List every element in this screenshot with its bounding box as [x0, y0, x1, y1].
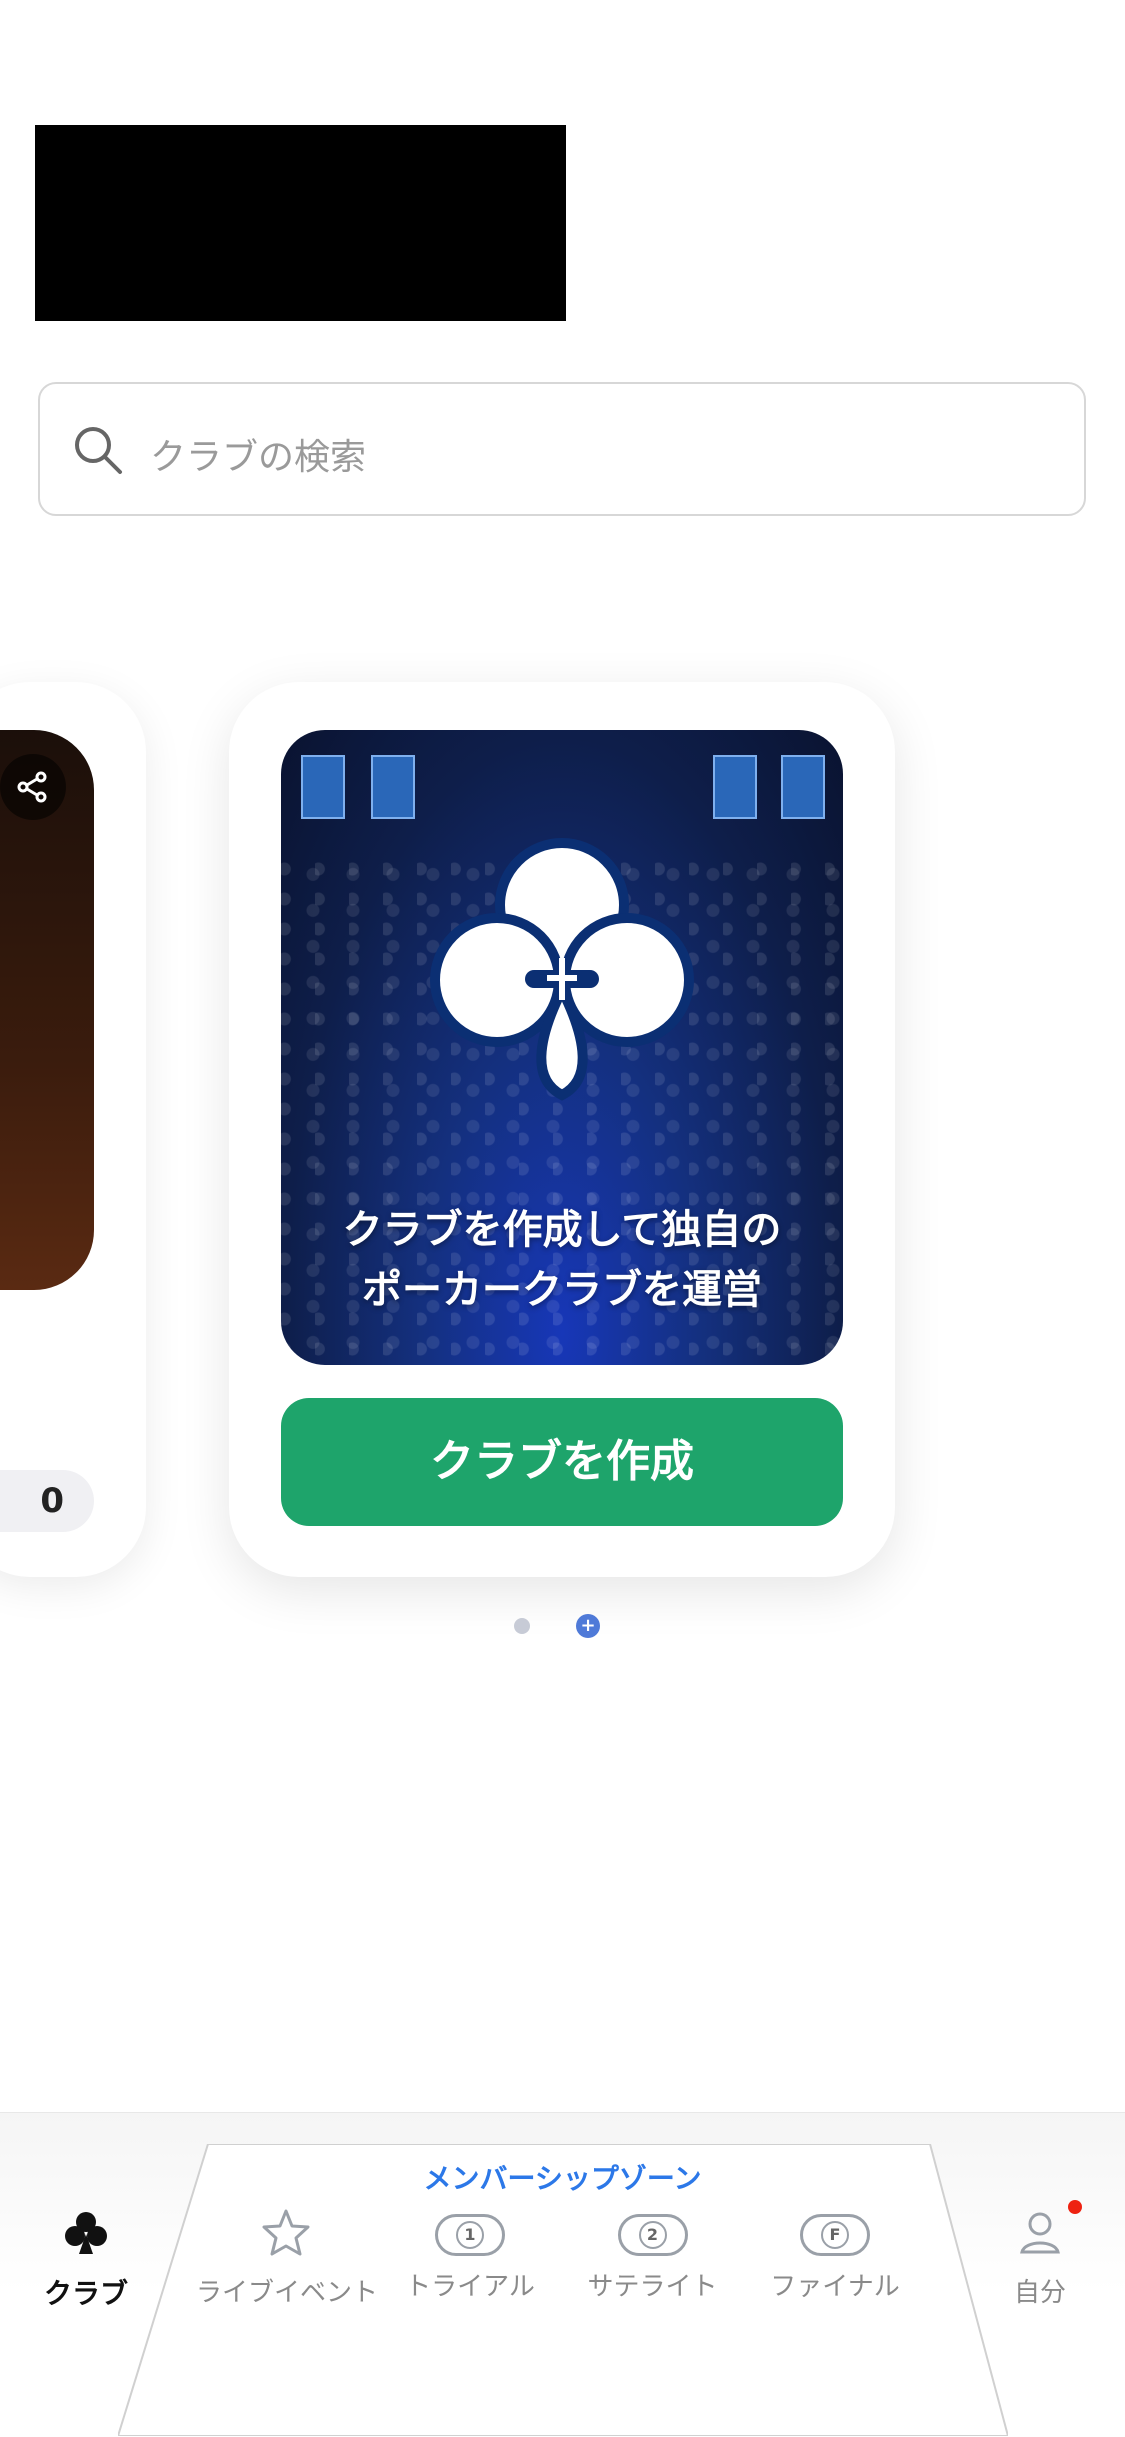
tab-label-trial: トライアル [405, 2272, 535, 2302]
club-member-count: 0 [0, 1470, 94, 1532]
profile-icon [1020, 2212, 1060, 2254]
carousel-add-dot[interactable]: + [576, 1614, 600, 1638]
tab-club[interactable]: クラブ [36, 2208, 136, 2312]
star-icon [262, 2209, 310, 2256]
banner-decoration [781, 755, 825, 819]
tab-final[interactable]: F ファイナル [760, 2214, 910, 2303]
caption-line-1: クラブを作成して独自の [342, 1207, 782, 1253]
create-club-caption: クラブを作成して独自の ポーカークラブを運営 [281, 1200, 843, 1320]
club-logo-icon [430, 838, 694, 1101]
membership-zone-title: メンバーシップゾーン [423, 2162, 702, 2195]
tab-live-event[interactable]: ライブイベント [196, 2208, 379, 2309]
tab-label-profile: 自分 [1013, 2278, 1066, 2308]
tab-label-club: クラブ [43, 2277, 128, 2310]
create-club-card: クラブを作成して独自の ポーカークラブを運営 クラブを作成 [229, 682, 895, 1577]
badge-f-icon: F [800, 2214, 870, 2256]
tab-label-final: ファイナル [770, 2272, 900, 2302]
share-icon[interactable] [0, 754, 66, 820]
badge-1-icon: 1 [435, 2214, 505, 2256]
badge-2-icon: 2 [617, 2214, 688, 2256]
tab-trial[interactable]: 1 トライアル [395, 2214, 545, 2303]
banner-decoration [713, 755, 757, 819]
create-club-image: クラブを作成して独自の ポーカークラブを運営 [281, 730, 843, 1365]
club-icon [65, 2212, 107, 2254]
banner-decoration [371, 755, 415, 819]
tab-label-satellite: サテライト [587, 2272, 718, 2302]
club-search-input[interactable]: クラブの検索 [38, 382, 1086, 516]
club-card-previous[interactable]: 0 [0, 682, 146, 1577]
caption-line-2: ポーカークラブを運営 [362, 1267, 762, 1313]
tab-satellite[interactable]: 2 サテライト [575, 2214, 730, 2303]
tab-label-live-event: ライブイベント [196, 2278, 379, 2308]
search-placeholder: クラブの検索 [150, 437, 367, 478]
notification-dot [1068, 2200, 1082, 2214]
create-club-button[interactable]: クラブを作成 [281, 1398, 843, 1526]
search-icon [75, 427, 122, 474]
banner-decoration [301, 755, 345, 819]
tab-profile[interactable]: 自分 [1000, 2208, 1080, 2309]
carousel-dot[interactable] [514, 1618, 530, 1634]
redacted-header-block [35, 125, 566, 321]
